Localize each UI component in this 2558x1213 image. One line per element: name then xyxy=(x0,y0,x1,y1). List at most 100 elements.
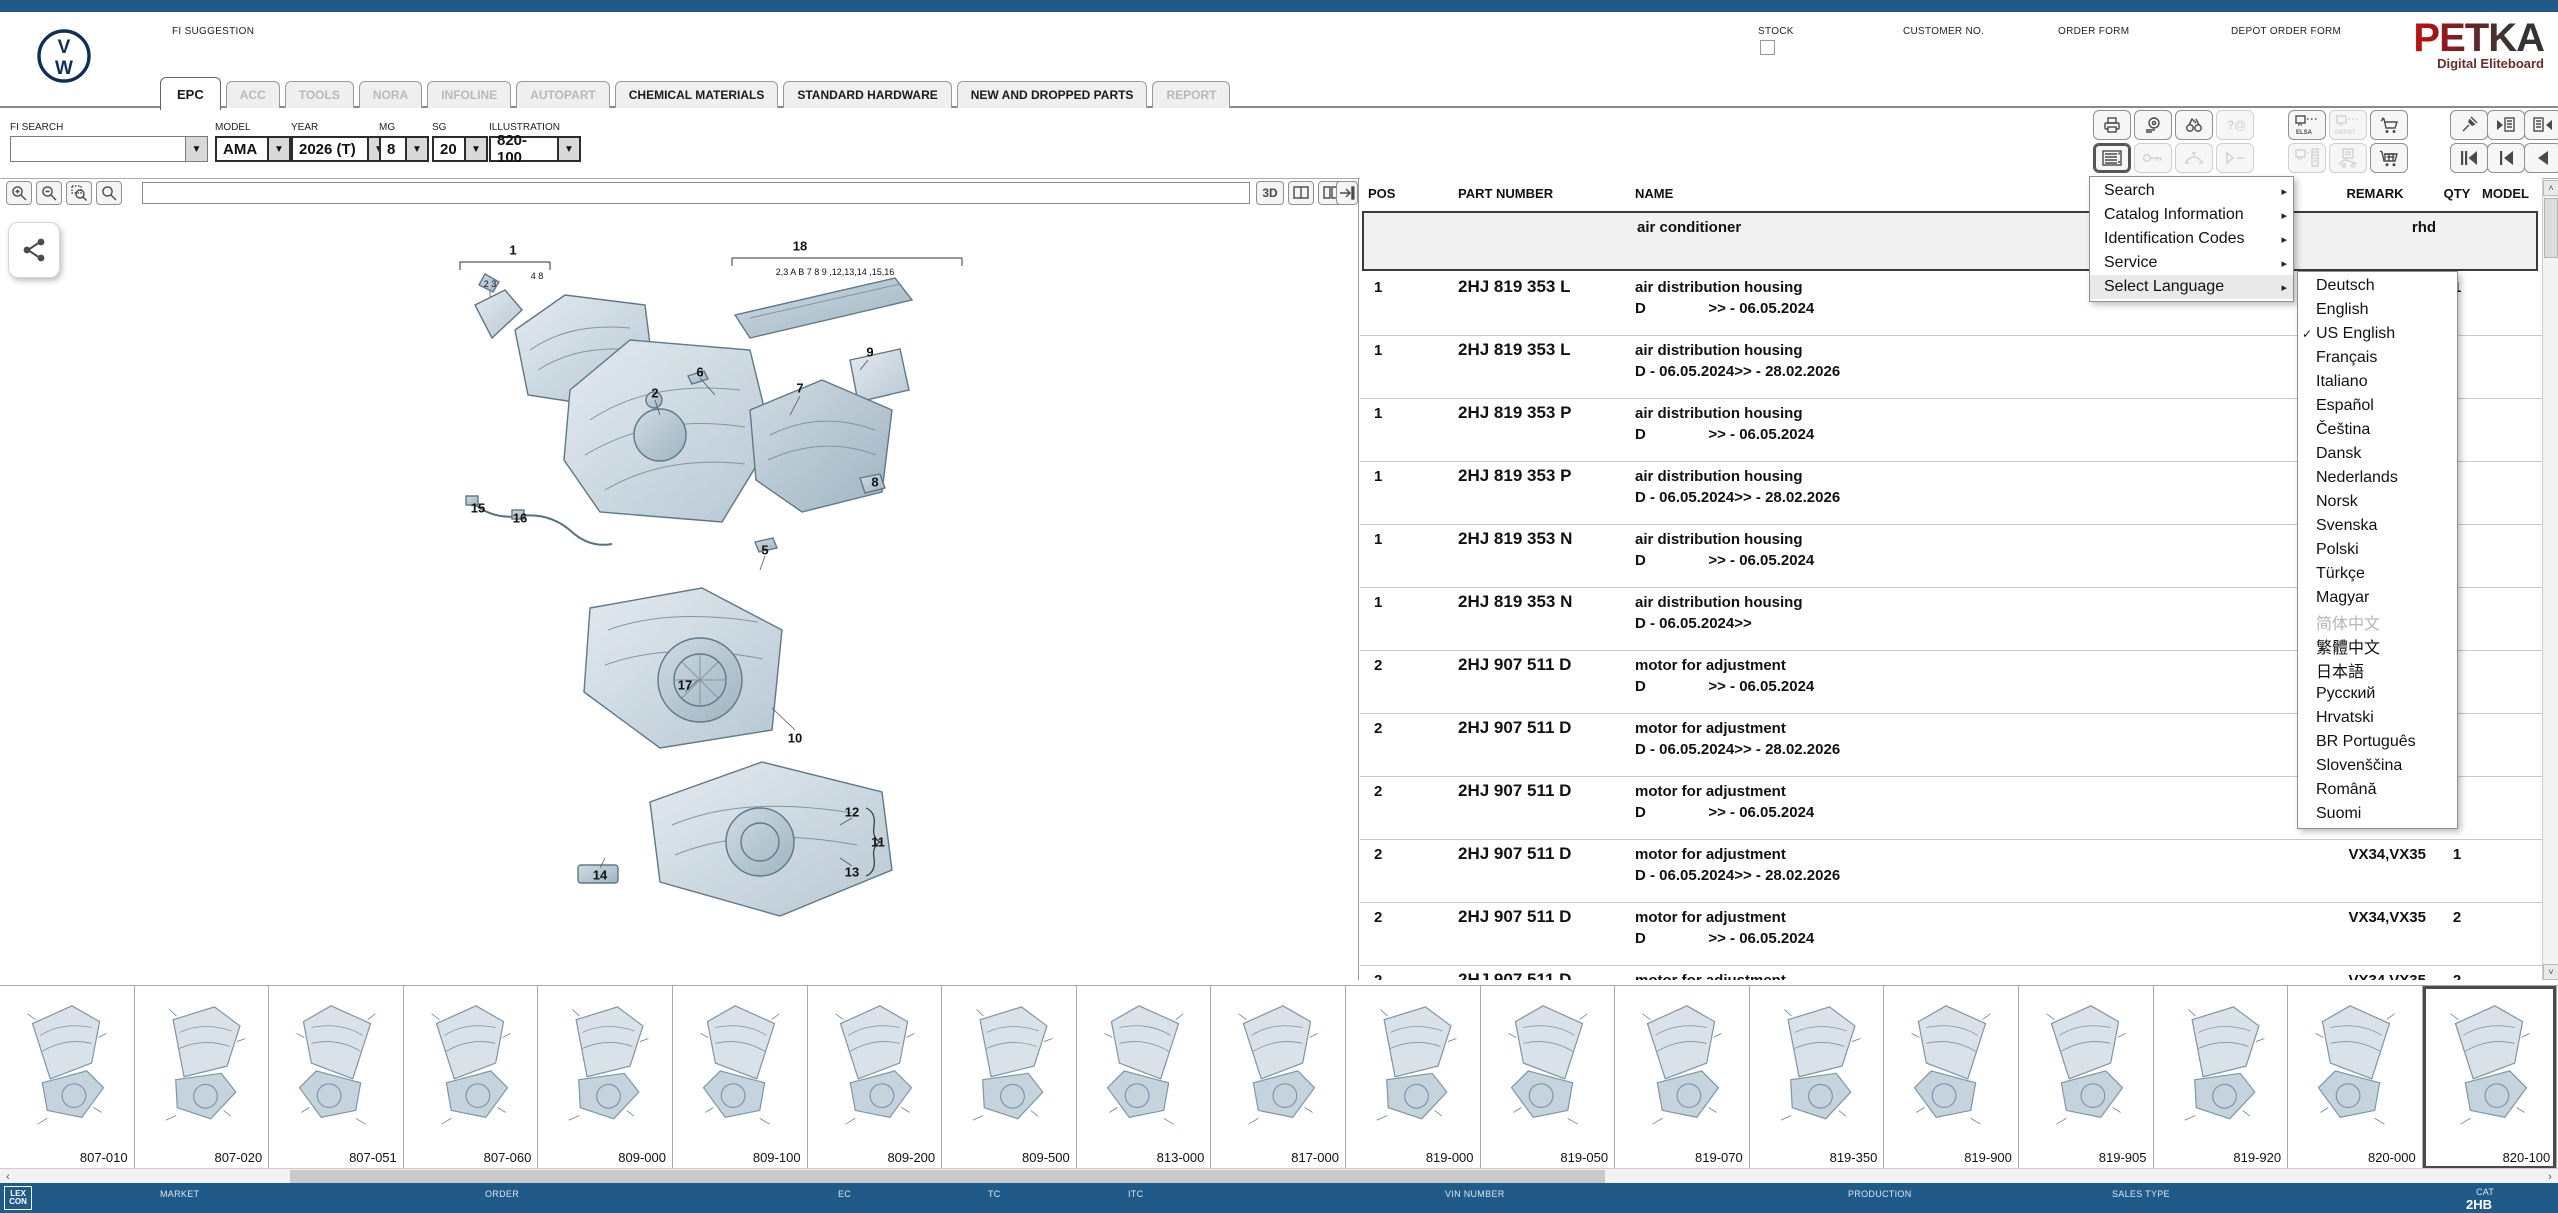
language-menu-item[interactable]: ✓ 繁體中文 xyxy=(2298,634,2457,658)
illustration-thumbnail[interactable]: 820-100 xyxy=(2423,986,2558,1169)
part-number[interactable]: 2HJ 907 511 D xyxy=(1458,907,1571,927)
illustration-path-bar[interactable] xyxy=(142,182,1250,204)
language-menu-item[interactable]: ✓ US English xyxy=(2298,322,2457,346)
language-menu-item[interactable]: ✓ 简体中文 xyxy=(2298,610,2457,634)
page-next-button[interactable] xyxy=(2524,110,2558,140)
list-menu-button[interactable] xyxy=(2093,143,2131,173)
monitor-list-button[interactable] xyxy=(2288,143,2326,173)
scroll-up-button[interactable]: ˄ xyxy=(2543,180,2558,196)
part-callout[interactable]: 13 xyxy=(845,865,859,880)
tab[interactable]: REPORT xyxy=(1152,81,1230,108)
language-menu-item[interactable]: ✓ Italiano xyxy=(2298,370,2457,394)
language-menu-item[interactable]: ✓ Čeština xyxy=(2298,418,2457,442)
part-callout[interactable]: 5 xyxy=(761,543,768,558)
part-number[interactable]: 2HJ 907 511 D xyxy=(1458,844,1571,864)
language-menu-item[interactable]: ✓ 日本語 xyxy=(2298,658,2457,682)
tab[interactable]: EPC xyxy=(160,77,221,110)
pin-button[interactable] xyxy=(2450,110,2488,140)
nav-back-button[interactable] xyxy=(2524,143,2558,173)
vehicle-doc-button[interactable] xyxy=(2329,143,2367,173)
language-menu-item[interactable]: ✓ Magyar xyxy=(2298,586,2457,610)
language-menu-item[interactable]: ✓ Română xyxy=(2298,778,2457,802)
part-callout[interactable]: 6 xyxy=(696,365,703,380)
part-callout[interactable]: 15 xyxy=(471,501,485,516)
illustration-thumbnail[interactable]: 813-000 xyxy=(1077,986,1212,1169)
tab[interactable]: INFOLINE xyxy=(427,81,511,108)
part-number[interactable]: 2HJ 907 511 D xyxy=(1458,781,1571,801)
part-number[interactable]: 2HJ 819 353 N xyxy=(1458,592,1572,612)
language-menu-item[interactable]: ✓ Türkçe xyxy=(2298,562,2457,586)
part-number[interactable]: 2HJ 819 353 N xyxy=(1458,529,1572,549)
tab[interactable]: CHEMICAL MATERIALS xyxy=(615,81,779,108)
part-callout[interactable]: 2 3 xyxy=(484,279,497,289)
language-menu-item[interactable]: ✓ Norsk xyxy=(2298,490,2457,514)
language-menu-item[interactable]: ✓ English xyxy=(2298,298,2457,322)
sg-dropdown-button[interactable]: ▼ xyxy=(464,138,486,160)
fi-search-dropdown-button[interactable]: ▼ xyxy=(185,137,207,161)
part-number[interactable]: 2HJ 819 353 P xyxy=(1458,466,1571,486)
language-menu-item[interactable]: ✓ Hrvatski xyxy=(2298,706,2457,730)
illustration-thumbnail[interactable]: 819-350 xyxy=(1750,986,1885,1169)
language-menu-item[interactable]: ✓ Español xyxy=(2298,394,2457,418)
collapse-panel-button[interactable] xyxy=(1336,181,1358,205)
zoom-in-button[interactable] xyxy=(6,181,32,205)
single-pane-button[interactable] xyxy=(1288,181,1314,205)
part-row[interactable]: 2 2HJ 907 511 D motor for adjustment D -… xyxy=(1360,840,2542,903)
order-form-label[interactable]: ORDER FORM xyxy=(2058,26,2129,37)
share-button[interactable] xyxy=(8,222,60,278)
order-cart-button[interactable] xyxy=(2370,110,2408,140)
illustration-thumbnail[interactable]: 819-905 xyxy=(2019,986,2154,1169)
language-menu-item[interactable]: ✓ Suomi xyxy=(2298,802,2457,826)
illustration-thumbnail[interactable]: 809-500 xyxy=(942,986,1077,1169)
mg-combobox[interactable]: 8 ▼ xyxy=(379,136,429,162)
illustration-thumbnail[interactable]: 819-070 xyxy=(1615,986,1750,1169)
table-scrollbar[interactable]: ˄ ˅ xyxy=(2542,180,2558,980)
tab[interactable]: ACC xyxy=(226,81,280,108)
scroll-thumb[interactable] xyxy=(2544,198,2558,258)
thumbnail-scrollbar[interactable]: ‹ › xyxy=(0,1168,2558,1183)
part-callout[interactable]: 16 xyxy=(513,511,527,526)
part-callout[interactable]: 11 xyxy=(871,835,885,850)
part-number[interactable]: 2HJ 907 511 D xyxy=(1458,970,1571,980)
part-row[interactable]: 2 2HJ 907 511 D motor for adjustment D >… xyxy=(1360,903,2542,966)
zoom-out-button[interactable] xyxy=(36,181,62,205)
language-menu-item[interactable]: ✓ Dansk xyxy=(2298,442,2457,466)
illustration-thumbnail[interactable]: 819-920 xyxy=(2154,986,2289,1169)
page-prev-button[interactable] xyxy=(2487,110,2525,140)
nav-first-button[interactable] xyxy=(2450,143,2488,173)
model-dropdown-button[interactable]: ▼ xyxy=(267,138,289,160)
wheel-button[interactable] xyxy=(2134,110,2172,140)
illustration-dropdown-button[interactable]: ▼ xyxy=(557,138,579,160)
part-callout[interactable]: 12 xyxy=(845,805,859,820)
panel-splitter[interactable] xyxy=(1358,178,1359,980)
language-menu-item[interactable]: ✓ Svenska xyxy=(2298,514,2457,538)
group-header-row[interactable]: air conditioner rhd xyxy=(1362,211,2538,271)
tab[interactable]: AUTOPART xyxy=(516,81,610,108)
key-button[interactable] xyxy=(2134,143,2172,173)
part-callout[interactable]: 2,3 A B 7 8 9 ,12,13,14 ,15,16 xyxy=(776,267,895,277)
language-menu-item[interactable]: ✓ BR Português xyxy=(2298,730,2457,754)
part-number[interactable]: 2HJ 907 511 D xyxy=(1458,655,1571,675)
elsa-button[interactable]: ELSA xyxy=(2288,110,2326,140)
part-number[interactable]: 2HJ 819 353 L xyxy=(1458,340,1570,360)
illustration-thumbnail[interactable]: 819-050 xyxy=(1481,986,1616,1169)
illustration-thumbnail[interactable]: 807-051 xyxy=(269,986,404,1169)
part-callout[interactable]: 9 xyxy=(866,345,873,360)
language-menu-item[interactable]: ✓ Polski xyxy=(2298,538,2457,562)
zoom-reset-button[interactable] xyxy=(96,181,122,205)
binoculars-button[interactable] xyxy=(2175,110,2213,140)
scroll-left-button[interactable]: ‹ xyxy=(0,1169,16,1184)
language-menu-item[interactable]: ✓ Français xyxy=(2298,346,2457,370)
tab[interactable]: STANDARD HARDWARE xyxy=(783,81,951,108)
illustration-thumbnail[interactable]: 817-000 xyxy=(1211,986,1346,1169)
mg-dropdown-button[interactable]: ▼ xyxy=(405,138,427,160)
context-menu-item[interactable]: Select Language ▸ xyxy=(2090,275,2293,299)
part-callout[interactable]: 14 xyxy=(593,868,607,883)
context-menu-item[interactable]: Service ▸ xyxy=(2090,251,2293,275)
part-callout[interactable]: 1 xyxy=(509,243,516,258)
illustration-thumbnail[interactable]: 809-100 xyxy=(673,986,808,1169)
part-number[interactable]: 2HJ 819 353 P xyxy=(1458,403,1571,423)
tab[interactable]: NORA xyxy=(359,81,422,108)
hscroll-thumb[interactable] xyxy=(290,1170,1605,1183)
part-row[interactable]: 2 2HJ 907 511 D motor for adjustment VX3… xyxy=(1360,966,2542,980)
